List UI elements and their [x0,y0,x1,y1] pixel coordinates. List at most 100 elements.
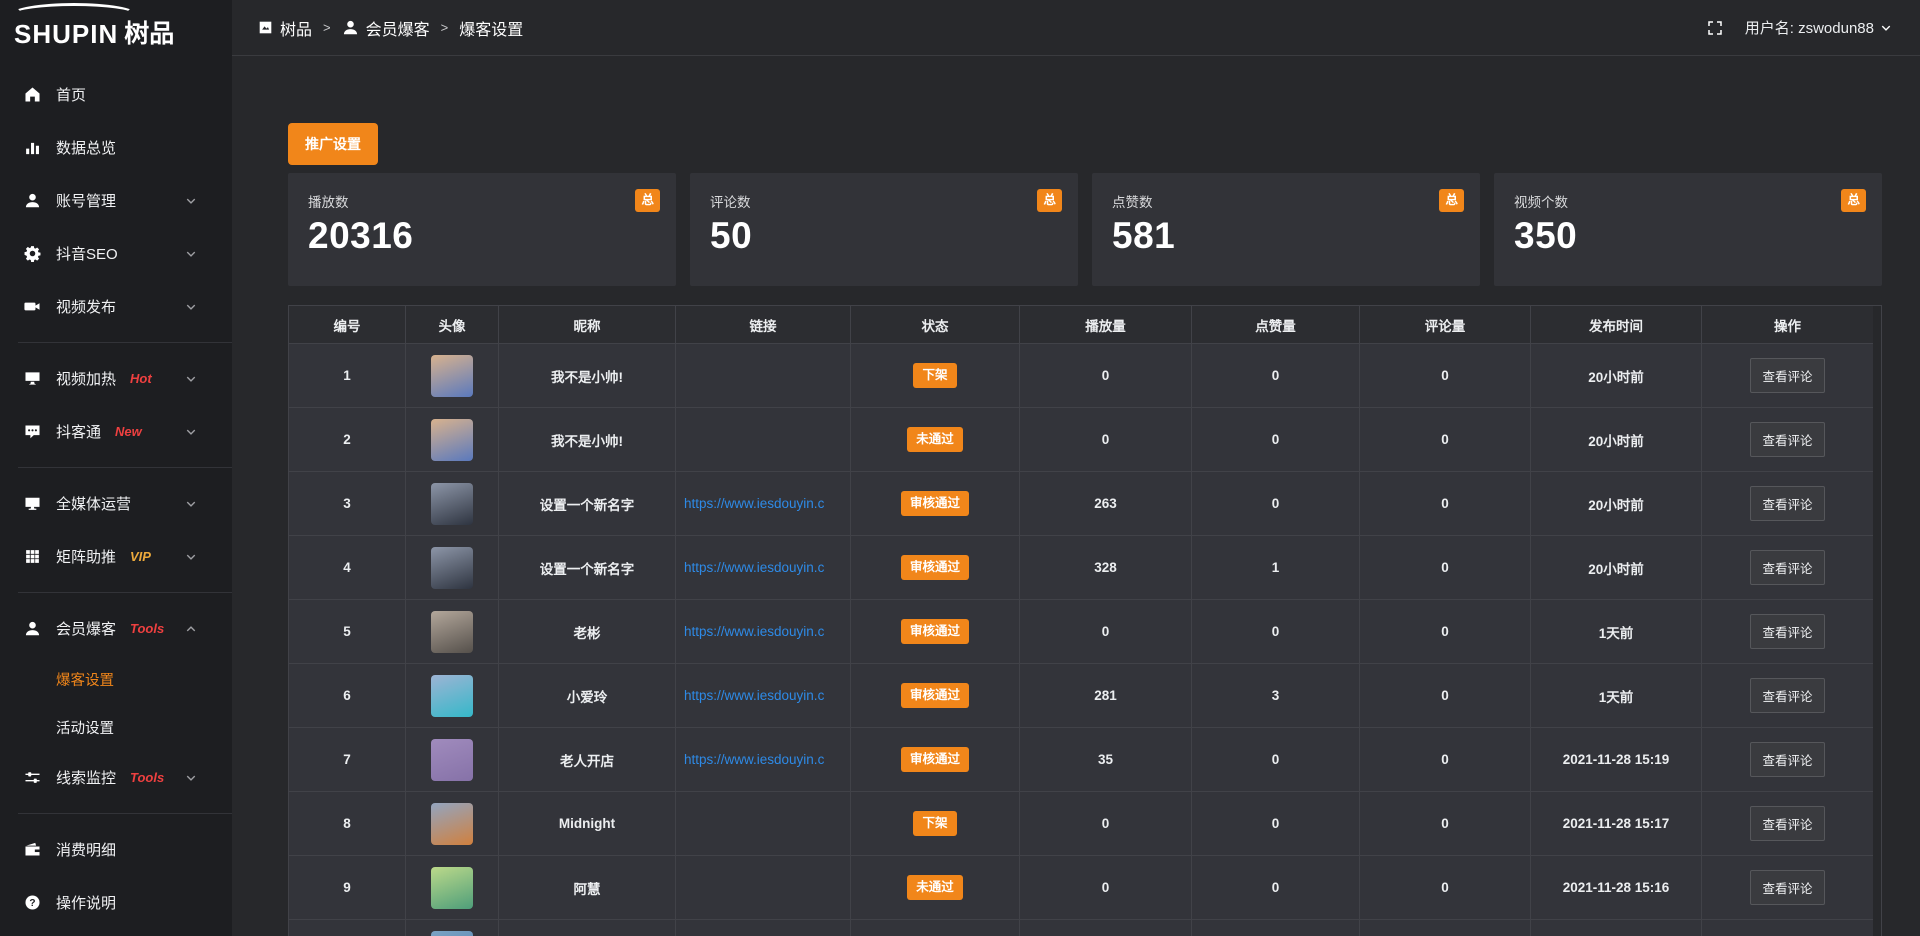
cell-link: https://www.iesdouyin.c [676,536,851,600]
cell-action: 查看评论 [1702,408,1873,472]
view-comments-button[interactable]: 查看评论 [1750,742,1824,777]
video-link[interactable]: https://www.iesdouyin.c [684,496,824,511]
cell-time [1531,920,1702,936]
cell-nickname [499,920,676,936]
table-header-cell: 链接 [676,306,851,344]
cell-comments: 0 [1360,728,1531,792]
cell-link [676,792,851,856]
view-comments-button[interactable]: 查看评论 [1750,550,1824,585]
fullscreen-icon[interactable] [1707,20,1723,36]
sidebar-item[interactable]: ?操作说明 [0,876,232,929]
cell-status: 审核通过 [851,728,1020,792]
cell-comments: 0 [1360,536,1531,600]
chevron-down-icon [182,498,199,510]
app-icon [258,20,273,35]
cell-link: https://www.iesdouyin.c [676,600,851,664]
sidebar-item[interactable]: 视频发布 [0,280,232,333]
breadcrumb-label: 会员爆客 [366,16,430,40]
breadcrumb-label: 爆客设置 [459,16,523,40]
cell-likes: 0 [1192,728,1360,792]
sidebar-subitem[interactable]: 活动设置 [0,703,232,751]
sidebar-item-label: 数据总览 [56,137,116,158]
table-header-cell: 操作 [1702,306,1873,344]
avatar [431,355,473,397]
wallet-icon [24,841,41,858]
sidebar-item[interactable]: 全媒体运营 [0,477,232,530]
sidebar-item-label: 会员爆客 [56,618,116,639]
video-link[interactable]: https://www.iesdouyin.c [684,752,824,767]
cell-status: 审核通过 [851,664,1020,728]
table-header-cell: 发布时间 [1531,306,1702,344]
breadcrumb-item[interactable]: 会员爆客 [342,16,430,40]
cell-link [676,920,851,936]
sidebar-subitem[interactable]: 爆客设置 [0,655,232,703]
cell-nickname: 老人开店 [499,728,676,792]
sidebar-item[interactable]: 线索监控Tools [0,751,232,804]
cell-comments: 0 [1360,664,1531,728]
total-badge: 总 [1439,189,1464,212]
video-link[interactable]: https://www.iesdouyin.c [684,624,824,639]
content: 推广设置 播放数20316总评论数50总点赞数581总视频个数350总 编号头像… [232,56,1920,936]
avatar [431,611,473,653]
cell-plays: 0 [1020,408,1192,472]
breadcrumb-item[interactable]: 树品 [258,16,312,40]
sidebar-item[interactable]: 视频加热Hot [0,352,232,405]
sidebar-divider [18,342,232,343]
cell-likes: 1 [1192,536,1360,600]
svg-text:?: ? [29,898,35,909]
app-logo: SHUPIN 树品 [0,0,232,54]
view-comments-button[interactable]: 查看评论 [1750,614,1824,649]
stat-card: 播放数20316总 [288,173,676,286]
video-link[interactable]: https://www.iesdouyin.c [684,688,824,703]
sidebar-item[interactable]: 矩阵助推VIP [0,530,232,583]
avatar [431,675,473,717]
view-comments-button[interactable]: 查看评论 [1750,486,1824,521]
sidebar-item[interactable]: 抖客通New [0,405,232,458]
sidebar-item[interactable]: 账号管理 [0,174,232,227]
cell-likes [1192,920,1360,936]
view-comments-button[interactable]: 查看评论 [1750,806,1824,841]
cell-plays: 0 [1020,792,1192,856]
cell-plays: 35 [1020,728,1192,792]
table-row: 9阿慧未通过0002021-11-28 15:16查看评论 [289,856,1881,920]
table-row: 3设置一个新名字https://www.iesdouyin.c审核通过26300… [289,472,1881,536]
sidebar-item[interactable]: 首页 [0,68,232,121]
sidebar-item[interactable]: 抖音SEO [0,227,232,280]
cell-plays: 281 [1020,664,1192,728]
cell-link: https://www.iesdouyin.c [676,728,851,792]
cell-avatar [406,536,499,600]
cell-nickname: Midnight [499,792,676,856]
cell-time: 1天前 [1531,600,1702,664]
cell-status [851,920,1020,936]
cell-link [676,856,851,920]
sidebar-item[interactable]: 会员爆客 Tools [0,602,232,655]
avatar [431,867,473,909]
view-comments-button[interactable]: 查看评论 [1750,678,1824,713]
cell-likes: 0 [1192,792,1360,856]
avatar [431,739,473,781]
avatar [431,803,473,845]
cell-comments: 0 [1360,600,1531,664]
video-link[interactable]: https://www.iesdouyin.c [684,560,824,575]
sidebar-item[interactable]: 消费明细 [0,823,232,876]
cell-nickname: 阿慧 [499,856,676,920]
cell-plays: 0 [1020,344,1192,408]
view-comments-button[interactable]: 查看评论 [1750,870,1824,905]
sidebar-item-label: 消费明细 [56,839,116,860]
status-badge: 下架 [913,363,956,388]
sidebar-item[interactable]: 数据总览 [0,121,232,174]
cell-status: 审核通过 [851,472,1020,536]
cell-time: 20小时前 [1531,408,1702,472]
sidebar-item-tag: Tools [130,621,164,636]
view-comments-button[interactable]: 查看评论 [1750,358,1824,393]
user-menu[interactable]: 用户名: zswodun88 [1745,17,1892,38]
cell-status: 下架 [851,792,1020,856]
cell-likes: 0 [1192,344,1360,408]
cell-id: 3 [289,472,406,536]
stat-value: 350 [1514,215,1862,257]
chevron-down-icon [1880,22,1892,34]
table-header-cell: 昵称 [499,306,676,344]
promo-settings-button[interactable]: 推广设置 [288,123,378,165]
view-comments-button[interactable]: 查看评论 [1750,422,1824,457]
status-badge: 未通过 [907,875,963,900]
